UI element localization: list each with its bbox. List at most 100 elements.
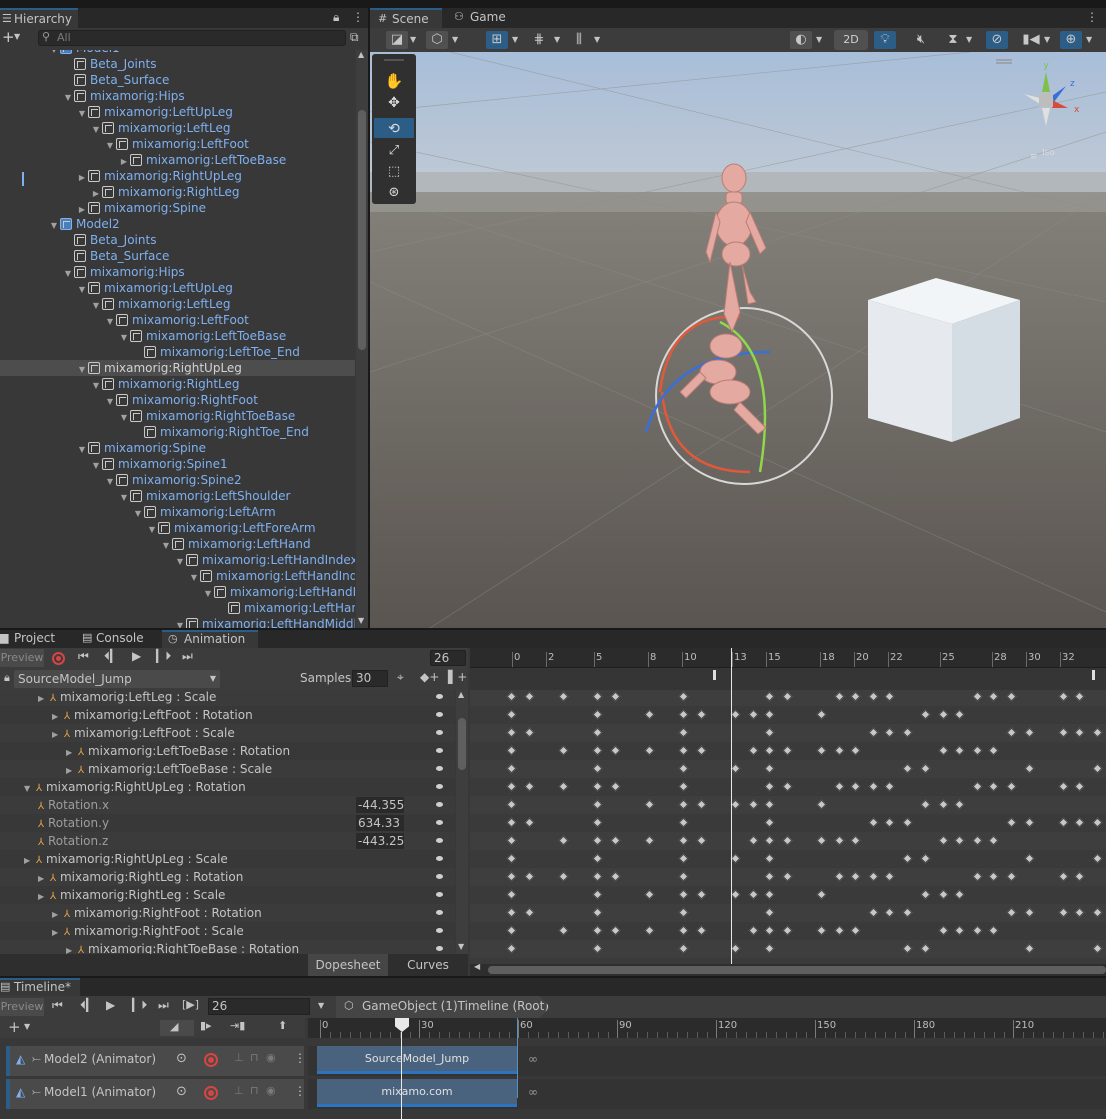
more-menu-icon[interactable]: ⋮	[352, 10, 364, 24]
event-marker[interactable]	[713, 670, 716, 680]
property-row[interactable]: ▶ ⅄ mixamorig:RightUpLeg : Scale	[0, 850, 455, 868]
expand-arrow-icon[interactable]: ▶	[66, 942, 78, 954]
key-indicator[interactable]	[436, 946, 443, 951]
scrollbar-thumb[interactable]	[358, 110, 366, 350]
key-indicator[interactable]	[436, 820, 443, 825]
expand-arrow-icon[interactable]: ▼	[76, 106, 88, 120]
key-indicator[interactable]	[436, 928, 443, 933]
expand-arrow-icon[interactable]: ▼	[48, 218, 60, 232]
property-row[interactable]: ▶ ⅄ mixamorig:LeftLeg : Scale	[0, 690, 455, 706]
expand-arrow-icon[interactable]: ▼	[104, 138, 116, 152]
key-indicator[interactable]	[436, 856, 443, 861]
samples-field[interactable]: 30	[352, 670, 388, 687]
first-frame-icon[interactable]: ⏮	[52, 998, 63, 1013]
next-frame-icon[interactable]: ▎⏵	[156, 649, 171, 664]
expand-arrow-icon[interactable]: ▼	[104, 474, 116, 488]
snap-settings-icon[interactable]: ⫼	[568, 31, 590, 49]
timeline-preview-button[interactable]: Preview	[0, 998, 44, 1016]
property-row[interactable]: ⅄ Rotation.x -44.355	[0, 796, 455, 814]
object-picker-icon[interactable]: ⊙	[176, 1051, 187, 1066]
property-row[interactable]: ▶ ⅄ mixamorig:RightFoot : Rotation	[0, 904, 455, 922]
expand-arrow-icon[interactable]: ▼	[118, 330, 130, 344]
hierarchy-item[interactable]: ▼ mixamorig:RightUpLeg	[0, 360, 355, 376]
property-row[interactable]: ⅄ Rotation.z -443.25	[0, 832, 455, 850]
key-indicator[interactable]	[436, 910, 443, 915]
key-indicator[interactable]	[436, 802, 443, 807]
animation-clip[interactable]: mixamo.com	[317, 1079, 517, 1107]
expand-arrow-icon[interactable]: ▼	[90, 298, 102, 312]
scrollbar-thumb[interactable]	[458, 718, 466, 770]
chevron-down-icon[interactable]: ▼	[452, 35, 458, 44]
property-row[interactable]: ▶ ⅄ mixamorig:LeftToeBase : Scale	[0, 760, 455, 778]
play-range-icon[interactable]: [▶]	[182, 998, 199, 1011]
playhead[interactable]	[731, 648, 732, 964]
scroll-left-icon[interactable]: ◀	[474, 962, 480, 971]
expand-arrow-icon[interactable]: ▼	[76, 282, 88, 296]
first-frame-icon[interactable]: ⏮	[78, 649, 89, 664]
expand-arrow-icon[interactable]: ▼	[90, 378, 102, 392]
timeline-frame-field[interactable]: 26	[208, 998, 310, 1015]
property-row[interactable]: ▶ ⅄ mixamorig:LeftFoot : Rotation	[0, 706, 455, 724]
expand-arrow-icon[interactable]: ▼	[174, 618, 186, 628]
key-indicator[interactable]	[436, 784, 443, 789]
tab-timeline[interactable]: ▤ Timeline*	[0, 978, 80, 996]
hierarchy-item[interactable]: ▼ mixamorig:LeftLeg	[0, 296, 355, 312]
expand-arrow-icon[interactable]: ▼	[118, 410, 130, 424]
hierarchy-item[interactable]: ▶ mixamorig:LeftToeBase	[0, 152, 355, 168]
property-row[interactable]: ▼ ⅄ mixamorig:RightUpLeg : Rotation	[0, 778, 455, 796]
hierarchy-scrollbar[interactable]: ▲ ▼	[356, 50, 368, 628]
hierarchy-item[interactable]: Beta_Joints	[0, 56, 355, 72]
increment-snap-icon[interactable]: ⋕	[528, 31, 550, 49]
property-row[interactable]: ▶ ⅄ mixamorig:RightLeg : Scale	[0, 886, 455, 904]
tab-animation[interactable]: ◷ Animation	[162, 630, 258, 648]
animation-clip[interactable]: SourceModel_Jump	[317, 1046, 517, 1074]
property-scrollbar[interactable]: ▲ ▼	[456, 690, 468, 954]
timeline-playhead[interactable]	[401, 1032, 402, 1119]
hierarchy-item[interactable]: ▼ mixamorig:Spine	[0, 440, 355, 456]
chevron-down-icon[interactable]: ▼	[410, 35, 416, 44]
property-row[interactable]: ▶ ⅄ mixamorig:RightFoot : Scale	[0, 922, 455, 940]
chevron-down-icon[interactable]: ▼	[512, 35, 518, 44]
expand-arrow-icon[interactable]: ▼	[104, 314, 116, 328]
prev-frame-icon[interactable]: ⏴▎	[104, 649, 119, 664]
play-icon[interactable]: ▶	[132, 649, 141, 663]
key-indicator[interactable]	[436, 838, 443, 843]
key-indicator[interactable]	[436, 766, 443, 771]
gizmos-icon[interactable]: ⊕	[1060, 31, 1082, 49]
dopesheet-row[interactable]	[470, 850, 1106, 868]
expand-arrow-icon[interactable]: ▼	[174, 554, 186, 568]
hidden-objects-icon[interactable]: ⊘	[986, 31, 1008, 49]
search-input[interactable]: ⚲ All	[38, 30, 346, 46]
expand-arrow-icon[interactable]: ▼	[76, 442, 88, 456]
expand-arrow-icon[interactable]: ▼	[90, 122, 102, 136]
expand-arrow-icon[interactable]: ▼	[90, 458, 102, 472]
render-mode-icon[interactable]: ◐	[790, 31, 812, 49]
property-row[interactable]: ▶ ⅄ mixamorig:RightLeg : Rotation	[0, 868, 455, 886]
tab-scene[interactable]: # Scene	[370, 8, 442, 28]
eye-icon[interactable]: ◉	[266, 1084, 276, 1097]
chevron-down-icon[interactable]: ▼	[554, 35, 560, 44]
expand-arrow-icon[interactable]: ▶	[76, 170, 88, 184]
hierarchy-tab[interactable]: ☰ Hierarchy	[0, 8, 78, 28]
expand-arrow-icon[interactable]: ▶	[118, 154, 130, 168]
expand-arrow-icon[interactable]: ▼	[132, 506, 144, 520]
hierarchy-item[interactable]: Beta_Surface	[0, 248, 355, 264]
add-event-icon[interactable]: ▌+	[448, 670, 467, 684]
dopesheet-row[interactable]	[470, 940, 1106, 958]
audio-mute-icon[interactable]: 🔇︎	[910, 31, 932, 49]
hierarchy-item[interactable]: ▼ mixamorig:Hips	[0, 264, 355, 280]
curves-button[interactable]: Curves	[388, 954, 468, 976]
hierarchy-item[interactable]: ▼ mixamorig:Spine1	[0, 456, 355, 472]
expand-arrow-icon[interactable]: ▼	[146, 522, 158, 536]
record-button[interactable]	[52, 652, 65, 665]
chevron-down-icon[interactable]: ▼	[816, 35, 822, 44]
hierarchy-item[interactable]: ▼ mixamorig:RightToeBase	[0, 408, 355, 424]
object-picker-icon[interactable]: ⊙	[176, 1084, 187, 1099]
hierarchy-item[interactable]: ▼ mixamorig:RightFoot	[0, 392, 355, 408]
hierarchy-item[interactable]: ▼ mixamorig:RightLeg	[0, 376, 355, 392]
hierarchy-item[interactable]: ▶ mixamorig:Spine	[0, 200, 355, 216]
scroll-down-icon[interactable]: ▼	[358, 616, 364, 625]
chevron-down-icon[interactable]: ▼	[14, 32, 20, 41]
hierarchy-item[interactable]: mixamorig:RightToe_End	[0, 424, 355, 440]
grid-snap-icon[interactable]: ⊞	[486, 31, 508, 49]
